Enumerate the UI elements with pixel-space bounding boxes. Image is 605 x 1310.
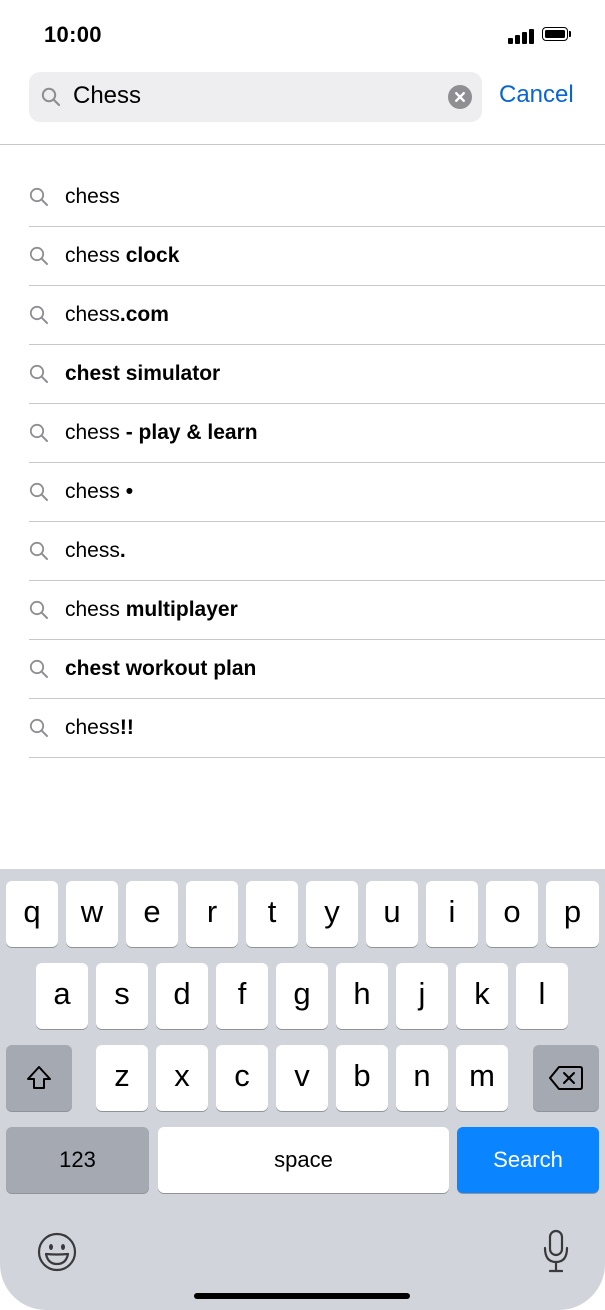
suggestion-item[interactable]: chess multiplayer <box>0 581 605 640</box>
key-c[interactable]: c <box>216 1045 268 1111</box>
key-y[interactable]: y <box>306 881 358 947</box>
key-m[interactable]: m <box>456 1045 508 1111</box>
key-i[interactable]: i <box>426 881 478 947</box>
suggestion-list: chess chess clock chess.com chest simula… <box>0 168 605 758</box>
suggestion-text: chess • <box>65 480 134 503</box>
search-field[interactable]: Chess <box>29 72 482 122</box>
search-icon <box>29 659 48 678</box>
key-z[interactable]: z <box>96 1045 148 1111</box>
suggestion-text: chess clock <box>65 244 180 267</box>
suggestion-text: chess. <box>65 539 126 562</box>
search-icon <box>29 187 48 206</box>
suggestion-item[interactable]: chess. <box>0 522 605 581</box>
numbers-key[interactable]: 123 <box>6 1127 149 1193</box>
cancel-button[interactable]: Cancel <box>499 80 574 110</box>
key-s[interactable]: s <box>96 963 148 1029</box>
key-a[interactable]: a <box>36 963 88 1029</box>
key-b[interactable]: b <box>336 1045 388 1111</box>
space-key[interactable]: space <box>158 1127 449 1193</box>
battery-icon <box>542 27 572 43</box>
keyboard: q w e r t y u i o p a s d f g h j k l z … <box>0 869 605 1310</box>
search-icon <box>29 482 48 501</box>
microphone-icon[interactable] <box>542 1229 570 1275</box>
suggestion-text: chess.com <box>65 303 169 326</box>
cellular-signal-icon <box>508 28 536 44</box>
search-icon <box>29 423 48 442</box>
key-w[interactable]: w <box>66 881 118 947</box>
suggestion-text: chess multiplayer <box>65 598 238 621</box>
home-indicator[interactable] <box>194 1293 410 1299</box>
suggestion-item[interactable]: chess • <box>0 463 605 522</box>
search-icon <box>29 246 48 265</box>
backspace-icon <box>549 1066 583 1090</box>
key-h[interactable]: h <box>336 963 388 1029</box>
clear-icon <box>454 91 466 103</box>
suggestion-item[interactable]: chess - play & learn <box>0 404 605 463</box>
key-j[interactable]: j <box>396 963 448 1029</box>
search-icon <box>29 541 48 560</box>
suggestion-item[interactable]: chess clock <box>0 227 605 286</box>
suggestion-text: chest workout plan <box>65 657 257 680</box>
key-u[interactable]: u <box>366 881 418 947</box>
search-icon <box>29 600 48 619</box>
suggestion-text: chest simulator <box>65 362 221 385</box>
key-o[interactable]: o <box>486 881 538 947</box>
key-k[interactable]: k <box>456 963 508 1029</box>
key-f[interactable]: f <box>216 963 268 1029</box>
key-q[interactable]: q <box>6 881 58 947</box>
shift-icon <box>27 1066 51 1089</box>
key-d[interactable]: d <box>156 963 208 1029</box>
suggestion-item[interactable]: chess.com <box>0 286 605 345</box>
suggestion-item[interactable]: chest workout plan <box>0 640 605 699</box>
search-icon <box>41 87 61 107</box>
key-p[interactable]: p <box>546 881 599 947</box>
search-key[interactable]: Search <box>457 1127 599 1193</box>
search-icon <box>29 718 48 737</box>
key-r[interactable]: r <box>186 881 238 947</box>
suggestion-text: chess!! <box>65 716 134 739</box>
key-v[interactable]: v <box>276 1045 328 1111</box>
header-divider <box>0 144 605 145</box>
suggestion-item[interactable]: chest simulator <box>0 345 605 404</box>
status-time: 10:00 <box>44 22 102 47</box>
suggestion-text: chess - play & learn <box>65 421 258 444</box>
emoji-icon[interactable] <box>36 1231 78 1273</box>
key-l[interactable]: l <box>516 963 568 1029</box>
search-icon <box>29 305 48 324</box>
search-icon <box>29 364 48 383</box>
key-e[interactable]: e <box>126 881 178 947</box>
suggestion-item[interactable]: chess!! <box>0 699 605 758</box>
clear-text-button[interactable] <box>448 85 472 109</box>
suggestion-item[interactable]: chess <box>0 168 605 227</box>
suggestion-text: chess <box>65 185 120 208</box>
key-t[interactable]: t <box>246 881 298 947</box>
backspace-key[interactable] <box>533 1045 599 1111</box>
status-bar: 10:00 <box>0 0 605 70</box>
key-g[interactable]: g <box>276 963 328 1029</box>
key-n[interactable]: n <box>396 1045 448 1111</box>
search-input[interactable]: Chess <box>73 82 141 110</box>
key-x[interactable]: x <box>156 1045 208 1111</box>
shift-key[interactable] <box>6 1045 72 1111</box>
